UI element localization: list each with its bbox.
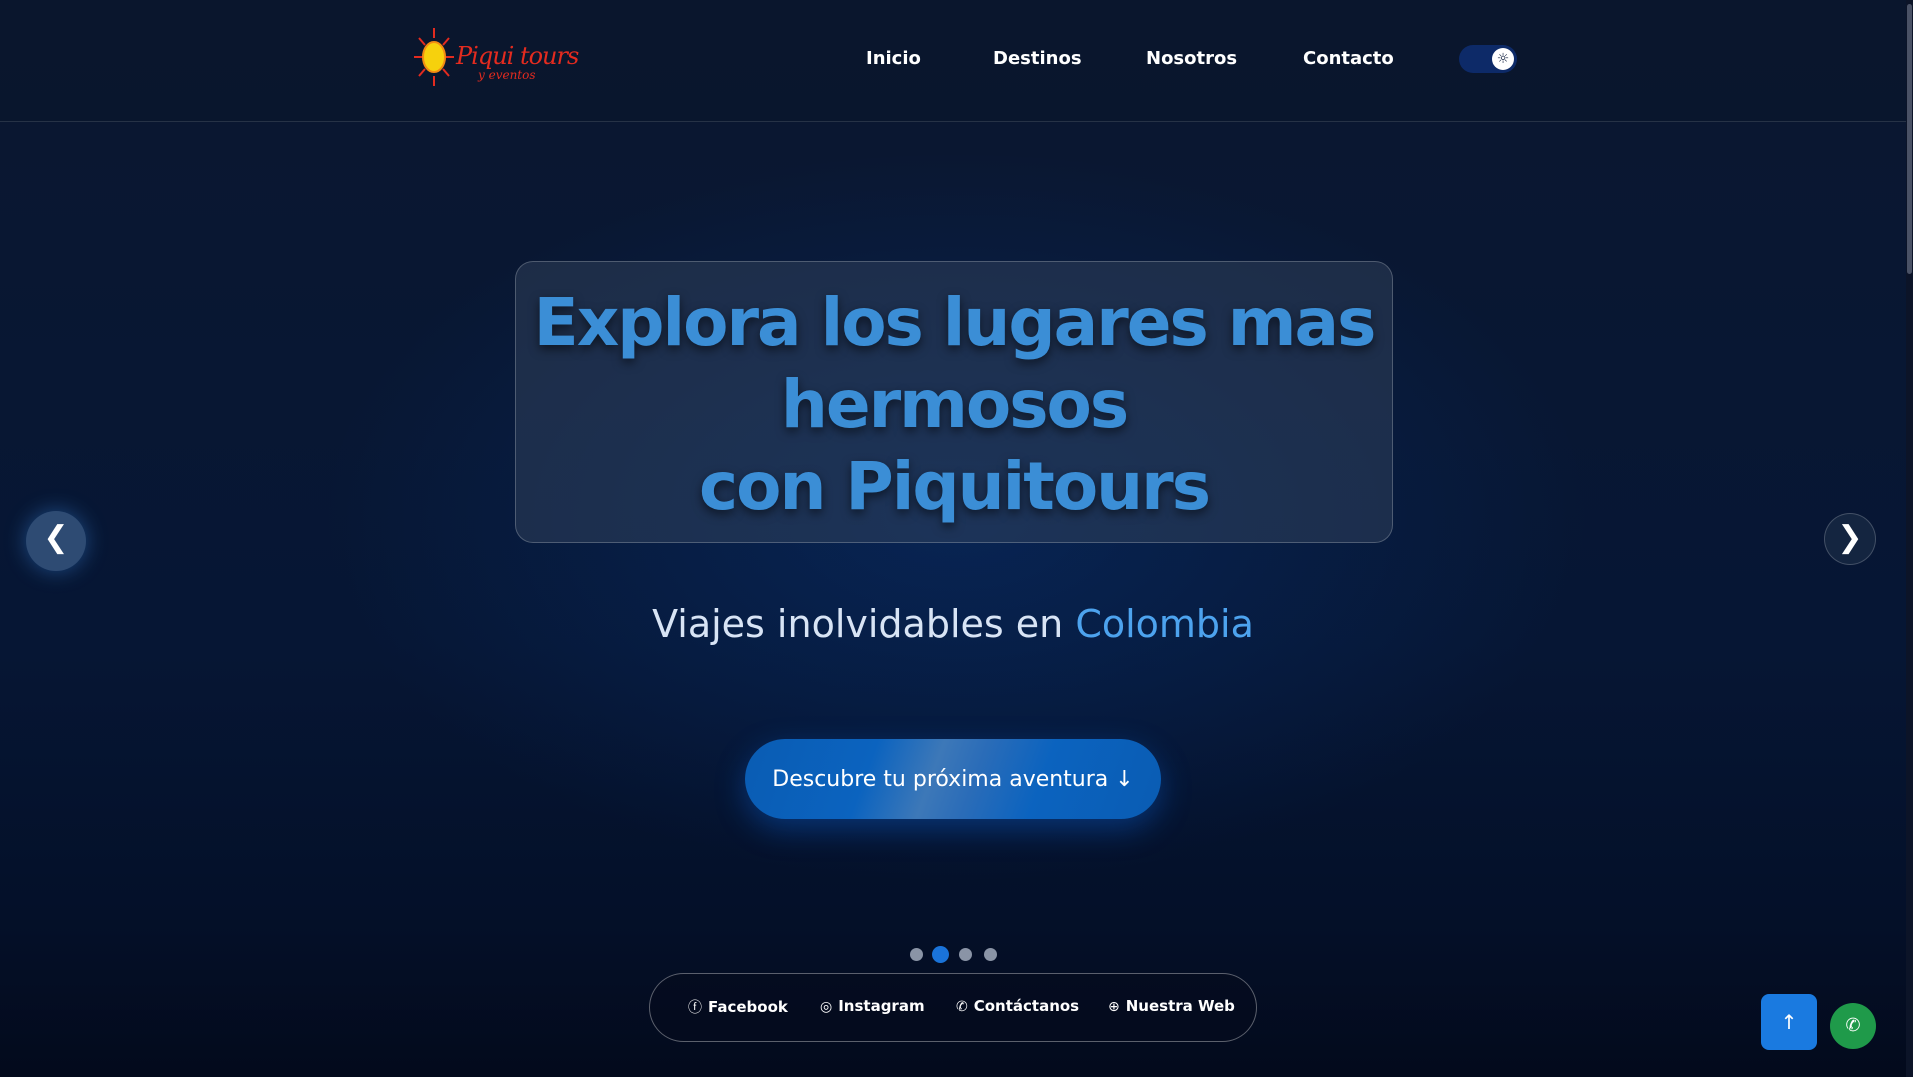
- carousel-next-button[interactable]: ❯: [1824, 513, 1876, 565]
- hero-title-card: Explora los lugares mas hermosos con Piq…: [515, 261, 1393, 543]
- hero-subtitle-accent: Colombia: [1075, 602, 1254, 646]
- social-contact-link[interactable]: ✆ Contáctanos: [956, 997, 1079, 1015]
- whatsapp-icon: ✆: [956, 999, 968, 1015]
- logo-brand-text: Piqui tours: [456, 42, 579, 70]
- globe-icon: ⊕: [1108, 999, 1120, 1015]
- theme-toggle[interactable]: ☼: [1459, 45, 1517, 73]
- social-web-label: Nuestra Web: [1125, 997, 1235, 1015]
- social-instagram-label: Instagram: [838, 997, 925, 1015]
- scroll-to-top-button[interactable]: ↑: [1761, 994, 1817, 1050]
- social-instagram-link[interactable]: ◎ Instagram: [820, 997, 925, 1015]
- hero-title-line-2: hermosos: [780, 366, 1129, 443]
- nav-inicio[interactable]: Inicio: [866, 48, 921, 69]
- site-header: Piqui tours y eventos Inicio Destinos No…: [0, 0, 1906, 122]
- carousel-dot-2[interactable]: [932, 946, 949, 963]
- discover-adventure-button[interactable]: Descubre tu próxima aventura ↓: [745, 739, 1161, 819]
- hero-title-line-3: con Piquitours: [699, 448, 1211, 525]
- arrow-up-icon: ↑: [1780, 1010, 1798, 1034]
- social-facebook-link[interactable]: ⓕ Facebook: [688, 997, 788, 1017]
- social-links-bar: ⓕ Facebook ◎ Instagram ✆ Contáctanos ⊕ Nuest…: [649, 973, 1257, 1042]
- scrollbar-thumb[interactable]: [1907, 4, 1912, 274]
- social-facebook-label: Facebook: [708, 998, 788, 1016]
- nav-destinos[interactable]: Destinos: [993, 48, 1082, 69]
- social-web-link[interactable]: ⊕ Nuestra Web: [1108, 997, 1235, 1015]
- logo-tagline: y eventos: [478, 68, 536, 82]
- carousel-dot-4[interactable]: [984, 948, 997, 961]
- page-scrollbar[interactable]: [1906, 0, 1913, 1077]
- facebook-icon: ⓕ: [688, 1000, 702, 1016]
- whatsapp-float-icon: ✆: [1845, 1015, 1861, 1036]
- hero-subtitle-main: Viajes inolvidables en: [652, 602, 1076, 646]
- carousel-dot-1[interactable]: [910, 948, 923, 961]
- nav-nosotros[interactable]: Nosotros: [1146, 48, 1237, 69]
- carousel-prev-button[interactable]: ❮: [26, 511, 86, 571]
- carousel-dot-3[interactable]: [959, 948, 972, 961]
- sun-icon: ☼: [1492, 48, 1514, 70]
- sun-logo-icon: [414, 28, 454, 86]
- instagram-icon: ◎: [820, 999, 833, 1015]
- hero-title-line-1: Explora los lugares mas: [533, 284, 1377, 361]
- social-contact-label: Contáctanos: [973, 997, 1080, 1015]
- piquitours-logo[interactable]: Piqui tours y eventos: [410, 24, 579, 90]
- hero-subtitle: Viajes inolvidables en Colombia: [0, 602, 1906, 646]
- nav-contacto[interactable]: Contacto: [1303, 48, 1394, 69]
- whatsapp-float-button[interactable]: ✆: [1830, 1003, 1876, 1049]
